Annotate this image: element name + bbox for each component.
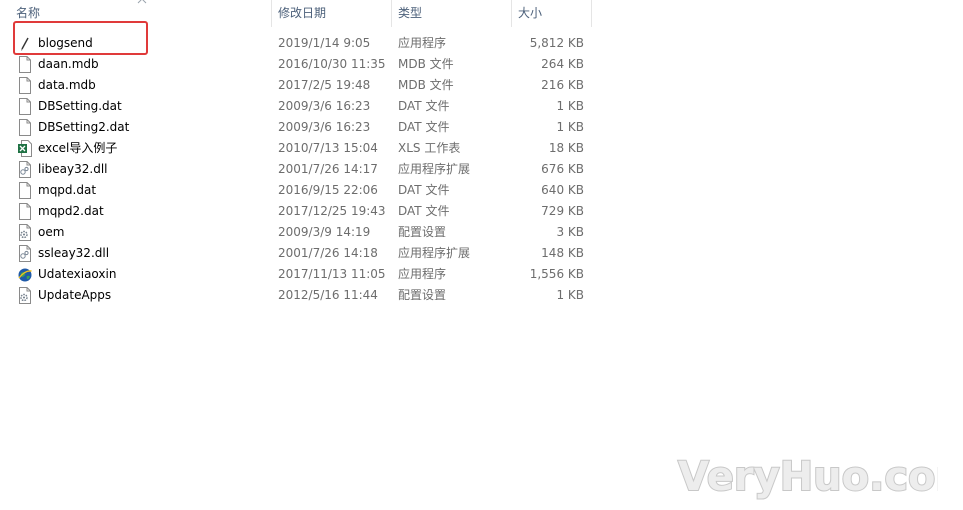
dll-file-icon (19, 161, 31, 178)
watermark-text: VeryHuo.com (678, 454, 938, 500)
file-size: 1 KB (556, 99, 584, 113)
file-row[interactable]: mqpd2.dat 2017/12/25 19:43 DAT 文件 729 KB (0, 201, 963, 222)
file-name: DBSetting.dat (38, 99, 122, 113)
file-type: DAT 文件 (398, 99, 450, 113)
file-date: 2009/3/6 16:23 (278, 99, 371, 113)
file-type: DAT 文件 (398, 204, 450, 218)
sort-ascending-icon[interactable] (137, 0, 147, 5)
file-row[interactable]: excel导入例子 2010/7/13 15:04 XLS 工作表 18 KB (0, 138, 963, 159)
file-row[interactable]: DBSetting.dat 2009/3/6 16:23 DAT 文件 1 KB (0, 96, 963, 117)
config-file-icon (19, 287, 31, 304)
file-size: 1,556 KB (529, 267, 584, 281)
file-type: DAT 文件 (398, 120, 450, 134)
file-name: Udatexiaoxin (38, 267, 117, 281)
file-size: 264 KB (541, 57, 584, 71)
file-icon (19, 77, 31, 94)
watermark-logo: VeryHuo.com (677, 453, 938, 501)
file-row[interactable]: mqpd.dat 2016/9/15 22:06 DAT 文件 640 KB (0, 180, 963, 201)
file-type: 配置设置 (398, 288, 447, 302)
column-divider[interactable] (391, 0, 392, 27)
column-divider[interactable] (511, 0, 512, 27)
file-type: 应用程序扩展 (398, 162, 471, 176)
file-date: 2019/1/14 9:05 (278, 36, 371, 50)
file-name: libeay32.dll (38, 162, 108, 176)
file-size: 148 KB (541, 246, 584, 260)
file-date: 2017/2/5 19:48 (278, 78, 371, 92)
file-row[interactable]: libeay32.dll 2001/7/26 14:17 应用程序扩展 676 … (0, 159, 963, 180)
file-name: data.mdb (38, 78, 96, 92)
file-explorer-list: 名称 修改日期 类型 大小 blogsend 2019/1/14 9:05 应用… (0, 0, 963, 510)
file-name: excel导入例子 (38, 141, 118, 155)
file-date: 2017/11/13 11:05 (278, 267, 386, 281)
file-row[interactable]: oem 2009/3/9 14:19 配置设置 3 KB (0, 222, 963, 243)
file-name: ssleay32.dll (38, 246, 110, 260)
column-divider[interactable] (591, 0, 592, 27)
file-name: mqpd2.dat (38, 204, 104, 218)
file-name: UpdateApps (38, 288, 112, 302)
file-row[interactable]: ssleay32.dll 2001/7/26 14:18 应用程序扩展 148 … (0, 243, 963, 264)
file-date: 2009/3/9 14:19 (278, 225, 371, 239)
file-row[interactable]: daan.mdb 2016/10/30 11:35 MDB 文件 264 KB (0, 54, 963, 75)
file-date: 2001/7/26 14:17 (278, 162, 378, 176)
file-row[interactable]: data.mdb 2017/2/5 19:48 MDB 文件 216 KB (0, 75, 963, 96)
file-type: MDB 文件 (398, 78, 454, 92)
file-size: 216 KB (541, 78, 584, 92)
file-size: 729 KB (541, 204, 584, 218)
file-icon (19, 203, 31, 220)
file-date: 2010/7/13 15:04 (278, 141, 378, 155)
file-icon (19, 182, 31, 199)
file-date: 2012/5/16 11:44 (278, 288, 378, 302)
file-name: daan.mdb (38, 57, 99, 71)
file-name: mqpd.dat (38, 183, 97, 197)
file-size: 3 KB (556, 225, 584, 239)
file-name: oem (38, 225, 65, 239)
file-type: 应用程序 (398, 267, 447, 281)
file-date: 2016/9/15 22:06 (278, 183, 378, 197)
file-date: 2001/7/26 14:18 (278, 246, 378, 260)
file-icon (19, 56, 31, 73)
app-globe-icon (18, 268, 32, 282)
file-list: blogsend 2019/1/14 9:05 应用程序 5,812 KB da… (0, 33, 963, 306)
column-header-date[interactable]: 修改日期 (278, 0, 326, 27)
file-type: 配置设置 (398, 225, 447, 239)
file-icon (19, 119, 31, 136)
file-size: 640 KB (541, 183, 584, 197)
file-date: 2009/3/6 16:23 (278, 120, 371, 134)
column-divider[interactable] (271, 0, 272, 27)
file-icon (19, 98, 31, 115)
file-type: XLS 工作表 (398, 141, 461, 155)
file-size: 18 KB (548, 141, 584, 155)
file-name: DBSetting2.dat (38, 120, 130, 134)
file-size: 1 KB (556, 288, 584, 302)
highlight-box (13, 21, 148, 55)
excel-file-icon (18, 140, 32, 157)
file-type: 应用程序扩展 (398, 246, 471, 260)
file-type: 应用程序 (398, 36, 447, 50)
file-date: 2016/10/30 11:35 (278, 57, 386, 71)
column-header-type[interactable]: 类型 (398, 0, 422, 27)
file-size: 676 KB (541, 162, 584, 176)
file-date: 2017/12/25 19:43 (278, 204, 386, 218)
file-row[interactable]: UpdateApps 2012/5/16 11:44 配置设置 1 KB (0, 285, 963, 306)
file-size: 5,812 KB (529, 36, 584, 50)
file-row[interactable]: DBSetting2.dat 2009/3/6 16:23 DAT 文件 1 K… (0, 117, 963, 138)
config-file-icon (19, 224, 31, 241)
file-type: DAT 文件 (398, 183, 450, 197)
file-size: 1 KB (556, 120, 584, 134)
dll-file-icon (19, 245, 31, 262)
file-type: MDB 文件 (398, 57, 454, 71)
file-row[interactable]: Udatexiaoxin 2017/11/13 11:05 应用程序 1,556… (0, 264, 963, 285)
column-header-size[interactable]: 大小 (518, 0, 542, 27)
